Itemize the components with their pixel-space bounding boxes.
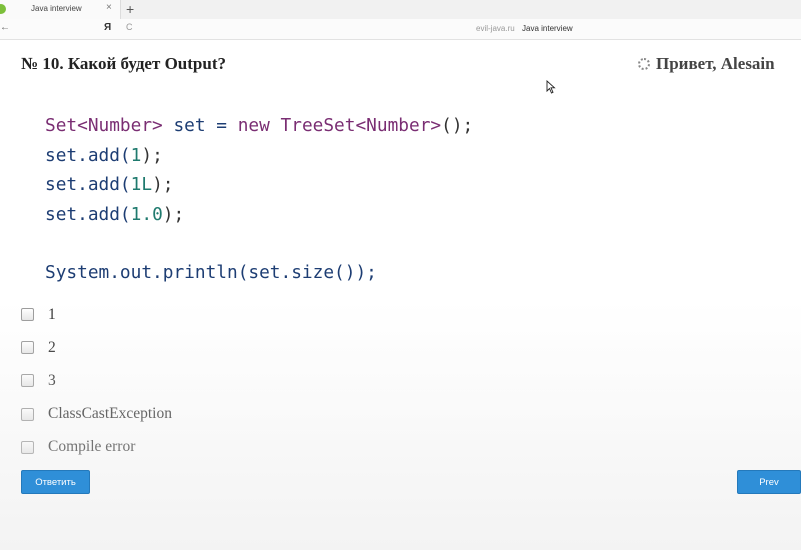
- question-title: № 10. Какой будет Output?: [21, 54, 226, 73]
- answer-option-label: 2: [48, 338, 56, 356]
- answer-option[interactable]: 2: [21, 331, 172, 364]
- answer-option-label: 3: [48, 371, 56, 389]
- answer-checkbox[interactable]: [21, 341, 34, 355]
- code-line-2: set.add(1);: [45, 144, 163, 166]
- answer-option[interactable]: 1: [21, 298, 172, 331]
- code-line-4: set.add(1.0);: [45, 203, 185, 225]
- answer-checkbox[interactable]: [21, 407, 34, 421]
- greeting-text: Привет, Alesain: [656, 54, 775, 73]
- answer-option-label: 1: [48, 305, 56, 323]
- answer-option[interactable]: 3: [21, 364, 172, 397]
- answer-option[interactable]: Compile error: [21, 431, 172, 464]
- yandex-icon[interactable]: Я: [104, 22, 111, 33]
- address-bar: ← Я C evil-java.ru Java interview: [0, 19, 801, 40]
- url-page-title: Java interview: [522, 24, 573, 33]
- browser-tab[interactable]: Java interview ×: [0, 0, 121, 19]
- reload-icon[interactable]: C: [126, 22, 133, 32]
- close-tab-icon[interactable]: ×: [106, 2, 112, 13]
- code-snippet: Set<Number> set = new TreeSet<Number>();…: [45, 111, 473, 288]
- code-line-3: set.add(1L);: [45, 174, 174, 195]
- back-icon[interactable]: ←: [0, 22, 10, 33]
- prev-button[interactable]: Prev: [737, 470, 801, 494]
- url-domain[interactable]: evil-java.ru: [476, 24, 515, 33]
- answer-checkbox[interactable]: [21, 374, 34, 388]
- user-greeting: Привет, Alesain: [638, 54, 775, 74]
- code-line-5: System.out.println(set.size());: [45, 262, 377, 283]
- mouse-cursor-icon: [546, 80, 556, 94]
- new-tab-icon[interactable]: +: [126, 0, 134, 18]
- browser-tab-bar: Java interview × +: [0, 0, 801, 19]
- answer-option-label: Compile error: [48, 438, 136, 456]
- code-line-1: Set<Number> set = new TreeSet<Number>();: [45, 115, 474, 136]
- site-favicon-icon: [0, 4, 6, 14]
- answer-option-label: ClassCastException: [48, 405, 172, 423]
- answer-checkbox[interactable]: [21, 308, 34, 322]
- answer-options: 1 2 3 ClassCastException Compile error: [21, 298, 172, 464]
- answer-option[interactable]: ClassCastException: [21, 398, 172, 431]
- tab-title: Java interview: [31, 4, 82, 13]
- answer-button[interactable]: Ответить: [21, 470, 90, 494]
- loading-spinner-icon: [638, 58, 650, 70]
- answer-checkbox[interactable]: [21, 440, 34, 454]
